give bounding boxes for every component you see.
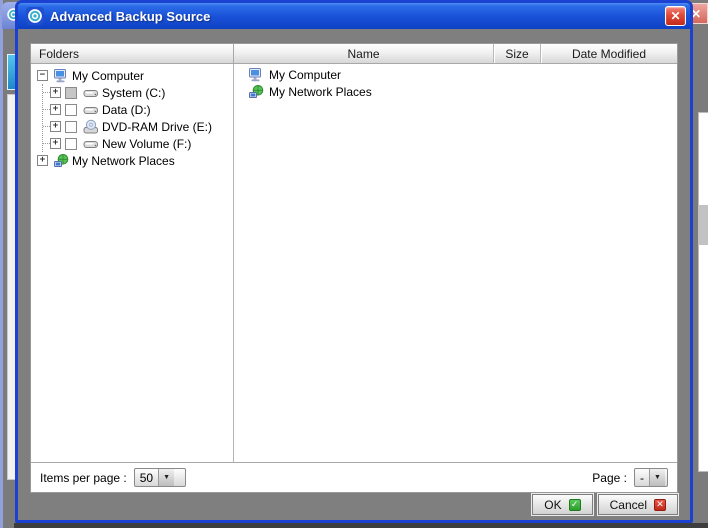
- tree-node-label[interactable]: System (C:): [102, 86, 165, 100]
- expand-icon[interactable]: [50, 138, 61, 149]
- list-item-my-network-places[interactable]: My Network Places: [234, 83, 677, 100]
- disk-icon: [83, 85, 99, 101]
- page-select[interactable]: - ▼: [634, 468, 668, 487]
- tree-connector: [43, 109, 50, 110]
- folders-tree: My Computer: [31, 64, 233, 462]
- browser-panel: Folders Name Size Date Modified: [30, 43, 678, 493]
- items-list: My Computer My Network Places: [234, 64, 677, 462]
- expand-icon[interactable]: [50, 87, 61, 98]
- disk-icon: [83, 102, 99, 118]
- network-icon: [248, 84, 264, 100]
- items-per-page-value: 50: [135, 469, 158, 486]
- tree-node-my-network-places[interactable]: My Network Places: [37, 152, 233, 169]
- column-header-row: Folders Name Size Date Modified: [31, 44, 677, 64]
- computer-icon: [248, 67, 264, 83]
- items-per-page-label: Items per page :: [40, 471, 127, 485]
- computer-icon: [53, 68, 69, 84]
- tree-node-label[interactable]: DVD-RAM Drive (E:): [102, 120, 212, 134]
- cd-drive-icon: [83, 119, 99, 135]
- background-close-icon: ✕: [691, 3, 708, 24]
- list-item-label[interactable]: My Network Places: [269, 85, 372, 99]
- ok-button[interactable]: OK: [532, 494, 592, 515]
- tree-node-label[interactable]: My Computer: [72, 69, 144, 83]
- checkbox-data-d[interactable]: [65, 104, 77, 116]
- tree-connector: [43, 143, 50, 144]
- cancel-x-icon: [654, 499, 666, 511]
- collapse-icon[interactable]: [37, 70, 48, 81]
- column-header-date-modified[interactable]: Date Modified: [540, 44, 677, 63]
- list-item-my-computer[interactable]: My Computer: [234, 66, 677, 83]
- ok-check-icon: [569, 499, 581, 511]
- cancel-button[interactable]: Cancel: [598, 494, 678, 515]
- expand-icon[interactable]: [37, 155, 48, 166]
- dialog-body: Folders Name Size Date Modified: [18, 29, 690, 520]
- background-window-border: [0, 0, 3, 528]
- checkbox-dvd-ram-e[interactable]: [65, 121, 77, 133]
- pagination-bar: Items per page : 50 ▼ Page : - ▼: [31, 462, 677, 492]
- dialog-titlebar: Advanced Backup Source ✕: [18, 3, 690, 29]
- tree-node-label[interactable]: New Volume (F:): [102, 137, 191, 151]
- tree-node-system-c[interactable]: System (C:): [43, 84, 233, 101]
- tree-connector: [43, 126, 50, 127]
- dialog-buttons: OK Cancel: [532, 494, 678, 515]
- tree-node-dvd-ram-e[interactable]: DVD-RAM Drive (E:): [43, 118, 233, 135]
- tree-connector: [43, 92, 50, 93]
- disk-icon: [83, 136, 99, 152]
- close-icon: ✕: [670, 10, 680, 22]
- page-label: Page :: [592, 471, 627, 485]
- cancel-button-label: Cancel: [610, 498, 647, 512]
- column-header-size[interactable]: Size: [493, 44, 540, 63]
- close-button[interactable]: ✕: [665, 6, 686, 26]
- items-per-page-select[interactable]: 50 ▼: [134, 468, 186, 487]
- ok-button-label: OK: [544, 498, 561, 512]
- network-icon: [53, 153, 69, 169]
- advanced-backup-source-dialog: Advanced Backup Source ✕ Folders Name Si…: [15, 0, 693, 523]
- tree-node-new-volume-f[interactable]: New Volume (F:): [43, 135, 233, 152]
- page-value: -: [635, 469, 649, 486]
- my-computer-children: System (C:): [42, 84, 233, 152]
- background-content-patch: [698, 205, 708, 245]
- expand-icon[interactable]: [50, 104, 61, 115]
- tree-node-label[interactable]: My Network Places: [72, 154, 175, 168]
- checkbox-system-c[interactable]: [65, 87, 77, 99]
- list-item-label[interactable]: My Computer: [269, 68, 341, 82]
- checkbox-new-volume-f[interactable]: [65, 138, 77, 150]
- dialog-logo-icon: [26, 7, 44, 25]
- background-content-panel: [698, 112, 708, 472]
- background-bottom-strip: [14, 523, 708, 528]
- tree-node-label[interactable]: Data (D:): [102, 103, 151, 117]
- dialog-title: Advanced Backup Source: [50, 9, 665, 24]
- panel-body: My Computer: [31, 64, 677, 462]
- chevron-down-icon: ▼: [649, 469, 665, 486]
- tree-node-my-computer[interactable]: My Computer: [37, 67, 233, 84]
- folders-header: Folders: [31, 44, 233, 63]
- column-header-name[interactable]: Name: [234, 44, 493, 63]
- chevron-down-icon: ▼: [158, 469, 174, 486]
- tree-node-data-d[interactable]: Data (D:): [43, 101, 233, 118]
- expand-icon[interactable]: [50, 121, 61, 132]
